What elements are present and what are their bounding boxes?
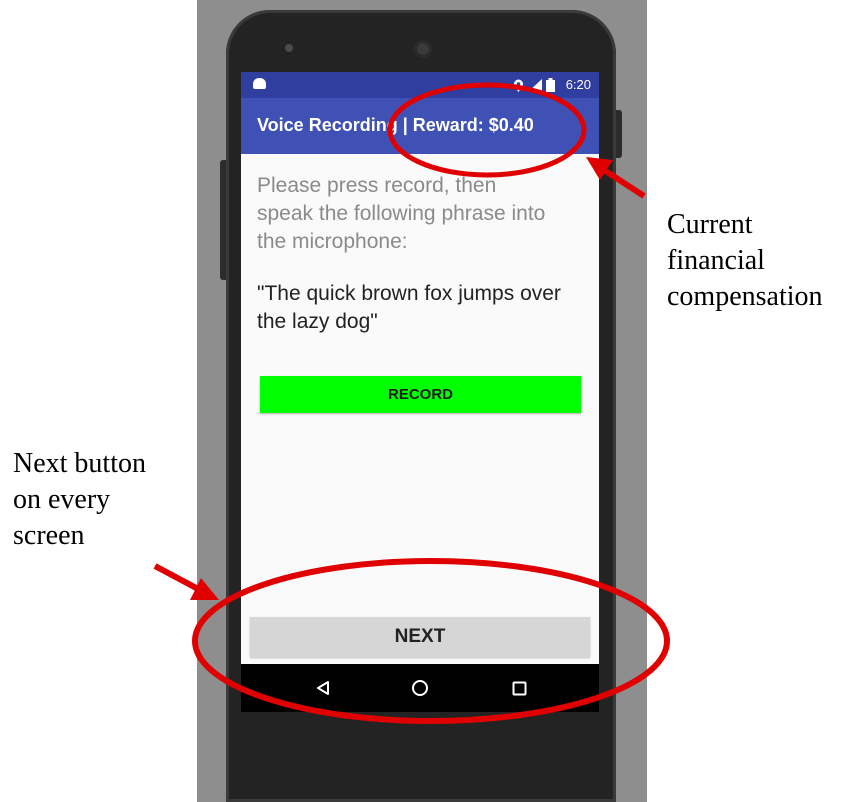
next-highlight-ellipse <box>192 558 670 724</box>
next-annotation-line: on every <box>13 484 111 515</box>
next-annotation: Next button on every screen <box>13 446 146 554</box>
next-annotation-line: screen <box>13 520 85 551</box>
reward-annotation: Current financial compensation <box>667 207 823 315</box>
reward-annotation-line: financial <box>667 245 765 276</box>
reward-annotation-line: Current <box>667 209 753 240</box>
annotation-overlay <box>153 82 670 724</box>
reward-arrow <box>586 157 646 199</box>
next-arrow <box>153 563 219 600</box>
next-annotation-line: Next button <box>13 448 146 479</box>
reward-annotation-line: compensation <box>667 281 823 312</box>
reward-highlight-ellipse <box>387 82 587 178</box>
